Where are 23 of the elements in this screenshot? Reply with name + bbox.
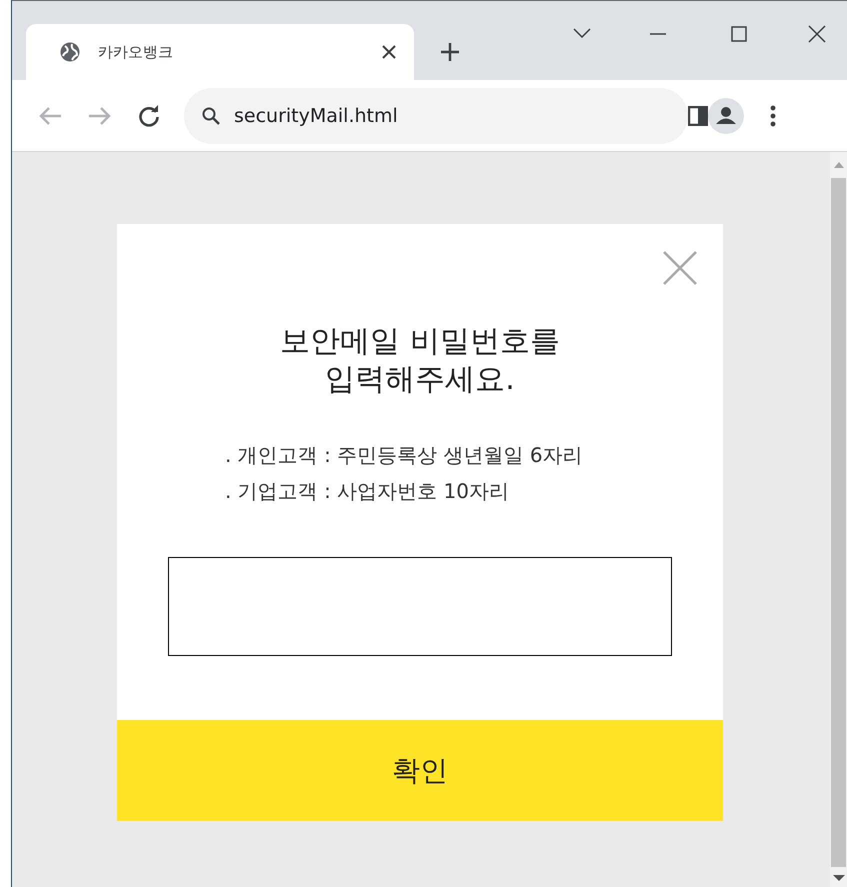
close-tab-icon[interactable] <box>382 45 396 59</box>
new-tab-icon[interactable] <box>441 43 459 61</box>
globe-icon <box>60 42 80 62</box>
address-bar[interactable]: securityMail.html <box>184 88 688 144</box>
search-icon <box>202 106 220 124</box>
tab-title: 카카오뱅크 <box>98 42 174 62</box>
address-text: securityMail.html <box>234 104 398 126</box>
browser-tab[interactable]: 카카오뱅크 <box>26 24 414 80</box>
instruction-text: . 개인고객 : 주민등록상 생년월일 6자리 <box>225 442 583 469</box>
instruction-text: . 기업고객 : 사업자번호 10자리 <box>225 478 510 505</box>
password-field[interactable] <box>168 557 672 656</box>
dialog-title: 보안메일 비밀번호를 <box>280 323 560 361</box>
profile-avatar-icon[interactable] <box>708 98 744 134</box>
side-panel-icon[interactable] <box>688 106 708 126</box>
minimize-icon[interactable] <box>649 33 667 35</box>
reload-icon[interactable] <box>138 104 160 126</box>
menu-icon[interactable] <box>770 104 776 126</box>
maximize-icon[interactable] <box>730 26 748 42</box>
close-icon[interactable] <box>808 25 826 43</box>
confirm-button[interactable]: 확인 <box>117 720 723 821</box>
dialog-title: 입력해주세요. <box>324 361 516 399</box>
chevron-down-icon[interactable] <box>573 28 591 38</box>
scrollbar[interactable] <box>830 152 847 887</box>
